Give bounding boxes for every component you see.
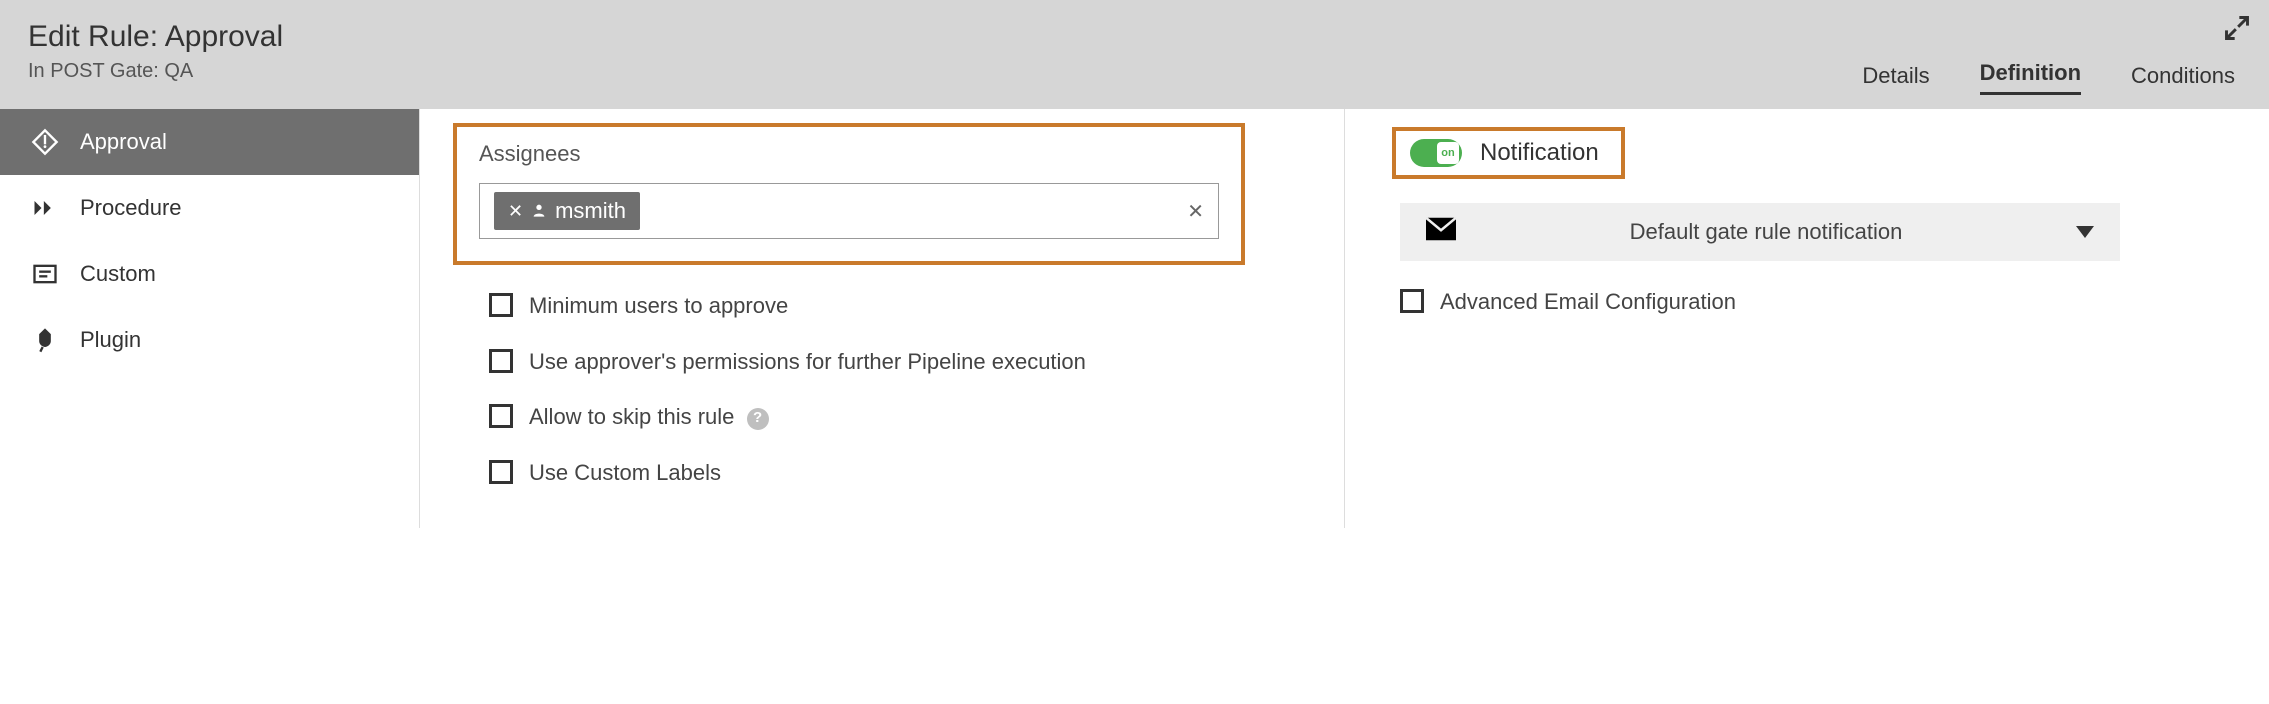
sidebar-item-label: Approval <box>80 129 167 155</box>
checkbox-advanced-email[interactable] <box>1400 289 1424 313</box>
sidebar-item-custom[interactable]: Custom <box>0 241 419 307</box>
tab-bar: Details Definition Conditions <box>1862 60 2235 95</box>
notification-column: on Notification Default gate rule notifi… <box>1345 109 2269 528</box>
option-label: Use approver's permissions for further P… <box>529 347 1086 377</box>
option-allow-skip: Allow to skip this rule ? <box>489 402 1189 432</box>
sidebar-item-label: Procedure <box>80 195 182 221</box>
assignees-highlight: Assignees ✕ msmith ✕ <box>453 123 1245 265</box>
notification-highlight: on Notification <box>1392 127 1625 179</box>
option-label: Minimum users to approve <box>529 291 788 321</box>
chip-label: msmith <box>555 198 626 224</box>
option-approver-perms: Use approver's permissions for further P… <box>489 347 1189 377</box>
assignee-chip: ✕ msmith <box>494 192 640 230</box>
option-label: Use Custom Labels <box>529 458 721 488</box>
tab-definition[interactable]: Definition <box>1980 60 2081 95</box>
expand-icon[interactable] <box>2223 14 2251 48</box>
tab-conditions[interactable]: Conditions <box>2131 63 2235 95</box>
user-icon <box>531 198 547 224</box>
notification-toggle[interactable]: on <box>1410 139 1462 167</box>
plugin-icon <box>30 325 60 355</box>
assignees-input[interactable]: ✕ msmith ✕ <box>479 183 1219 239</box>
page-subtitle: In POST Gate: QA <box>28 60 283 83</box>
approval-icon <box>30 127 60 157</box>
toggle-knob: on <box>1437 142 1459 164</box>
header-bar: Edit Rule: Approval In POST Gate: QA Det… <box>0 0 2269 109</box>
notification-label: Notification <box>1480 139 1599 167</box>
mail-icon <box>1426 217 1456 247</box>
sidebar-item-approval[interactable]: Approval <box>0 109 419 175</box>
help-icon[interactable]: ? <box>747 408 769 430</box>
sidebar-item-procedure[interactable]: Procedure <box>0 175 419 241</box>
option-label: Advanced Email Configuration <box>1440 287 1736 317</box>
custom-icon <box>30 259 60 289</box>
option-label: Allow to skip this rule ? <box>529 402 769 432</box>
option-text: Allow to skip this rule <box>529 404 734 429</box>
definition-column: Assignees ✕ msmith ✕ Minimum users to ap… <box>420 109 1345 528</box>
procedure-icon <box>30 193 60 223</box>
chevron-down-icon <box>2076 226 2094 238</box>
option-min-users: Minimum users to approve <box>489 291 1189 321</box>
header-left: Edit Rule: Approval In POST Gate: QA <box>28 20 283 83</box>
sidebar-item-plugin[interactable]: Plugin <box>0 307 419 373</box>
assignees-label: Assignees <box>479 141 1219 167</box>
checkbox-min-users[interactable] <box>489 293 513 317</box>
checkbox-allow-skip[interactable] <box>489 404 513 428</box>
checkbox-custom-labels[interactable] <box>489 460 513 484</box>
checkbox-approver-perms[interactable] <box>489 349 513 373</box>
sidebar-item-label: Custom <box>80 261 156 287</box>
tab-details[interactable]: Details <box>1862 63 1929 95</box>
notification-selected: Default gate rule notification <box>1456 219 2076 245</box>
sidebar-item-label: Plugin <box>80 327 141 353</box>
option-advanced-email: Advanced Email Configuration <box>1400 287 2100 317</box>
chip-remove-icon[interactable]: ✕ <box>508 201 523 222</box>
sidebar: Approval Procedure Custom Plugin <box>0 109 420 528</box>
option-custom-labels: Use Custom Labels <box>489 458 1189 488</box>
body: Approval Procedure Custom Plugin Assigne… <box>0 109 2269 528</box>
notification-select[interactable]: Default gate rule notification <box>1400 203 2120 261</box>
page-title: Edit Rule: Approval <box>28 20 283 54</box>
clear-input-icon[interactable]: ✕ <box>1187 199 1204 224</box>
